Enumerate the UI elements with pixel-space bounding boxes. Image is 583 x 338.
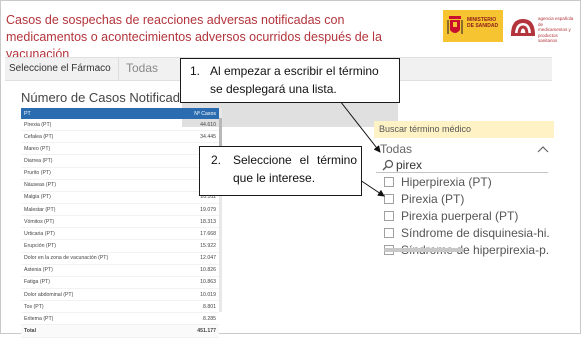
search-panel-title: Buscar término médico: [379, 124, 472, 134]
table-row[interactable]: Dolor en la zona de vacunación (PT) 12.04…: [21, 252, 219, 265]
row-term: Vómitos (PT): [21, 215, 173, 229]
row-count: 15.922: [172, 239, 219, 253]
row-term: Diarrea (PT): [21, 154, 173, 168]
row-term: Náuseas (PT): [21, 179, 173, 192]
row-count: 10.826: [172, 264, 219, 277]
table-row[interactable]: Dolor abdominal (PT) 10.019: [21, 288, 219, 302]
callout-2-number: 2.: [211, 153, 222, 167]
aemps-logo-text: agencia española de medicamentos y produ…: [538, 16, 574, 43]
option-label: Síndrome de disquinesia-hi...: [401, 226, 550, 240]
option-label: Hiperpirexia (PT): [401, 175, 492, 189]
callout-1-number: 1.: [190, 64, 201, 78]
row-term: Prurito (PT): [21, 167, 173, 180]
column-header-pt[interactable]: PT: [21, 108, 173, 119]
row-term: Pirexia (PT): [21, 119, 173, 132]
row-count: 19.079: [172, 203, 219, 217]
row-term: Tos (PT): [21, 300, 173, 314]
callout-2-text: Seleccione el término que le interese.: [233, 153, 357, 185]
row-count: 17.668: [172, 227, 219, 241]
search-option[interactable]: Hiperpirexia (PT): [384, 174, 550, 191]
option-checkbox[interactable]: [384, 211, 394, 221]
table-row[interactable]: Mareo (PT)23.063: [21, 142, 219, 156]
column-header-cases[interactable]: Nº Casos: [172, 108, 219, 119]
option-label: Pirexia puerperal (PT): [401, 209, 519, 223]
row-count: 44.610: [172, 119, 219, 132]
table-row[interactable]: Diarrea (PT)22.540: [21, 154, 219, 168]
coat-of-arms-icon: [447, 16, 463, 34]
search-results-list: Hiperpirexia (PT) Pirexia (PT) Pirexia pue…: [384, 174, 550, 258]
option-checkbox[interactable]: [384, 194, 394, 204]
table-row[interactable]: Cefalea (PT) 34.445: [21, 130, 219, 144]
ministry-logo-text: MINISTERIO DE SANIDAD: [467, 17, 499, 29]
cases-table: PT Nº Casos Pirexia (PT) 44.610 Cefalea (P…: [21, 108, 219, 338]
row-count: 8.801: [172, 300, 219, 314]
table-title: Número de Casos Notificados: [21, 90, 194, 105]
results-horizontal-scrollbar[interactable]: [384, 248, 464, 252]
header-logos: MINISTERIO DE SANIDAD agencia española d…: [443, 10, 576, 44]
row-term: Fatiga (PT): [21, 276, 173, 289]
table-row[interactable]: Urticaria (PT) 17.668: [21, 227, 219, 241]
callout-1-text: Al empezar a escribir el término se desp…: [210, 64, 379, 96]
row-term: Erupción (PT): [21, 239, 173, 253]
table-row[interactable]: Pirexia (PT) 44.610: [21, 119, 219, 132]
table-row[interactable]: Astenia (PT) 10.826: [21, 264, 219, 277]
drug-filter-dropdown[interactable]: Todas: [126, 61, 158, 75]
table-header-row: PT Nº Casos: [21, 108, 219, 119]
table-scrollbar[interactable]: [219, 108, 222, 312]
row-count: 12.047: [172, 252, 219, 265]
search-panel-header: Buscar término médico: [374, 121, 554, 138]
option-label: Pirexia (PT): [401, 192, 465, 206]
search-option[interactable]: Pirexia puerperal (PT): [384, 208, 550, 225]
row-count: 18.313: [172, 215, 219, 229]
drug-filter-label: Seleccione el Fármaco: [9, 63, 111, 74]
search-icon: [382, 159, 394, 171]
table-row[interactable]: Prurito (PT)22.003: [21, 167, 219, 180]
row-term: Mareo (PT): [21, 142, 173, 156]
callout-step-1: 1. Al empezar a escribir el término se d…: [180, 58, 400, 103]
row-count: 10.019: [172, 288, 219, 302]
row-term: Urticaria (PT): [21, 227, 173, 241]
table-row[interactable]: Malestar (PT) 19.079: [21, 203, 219, 217]
table-row[interactable]: Tos (PT) 8.801: [21, 300, 219, 314]
option-checkbox[interactable]: [384, 177, 394, 187]
search-option[interactable]: Pirexia (PT): [384, 191, 550, 208]
row-count: 34.445: [172, 130, 219, 144]
table-row[interactable]: Eritema (PT) 8.285: [21, 312, 219, 326]
row-term: Malestar (PT): [21, 203, 173, 217]
row-term: Astenia (PT): [21, 264, 173, 277]
total-value: 451.177: [172, 324, 219, 338]
filter-divider: [118, 58, 119, 80]
search-input[interactable]: pirex: [376, 158, 548, 173]
table-total-row: Total 451.177: [21, 324, 219, 338]
row-count: 10.863: [172, 276, 219, 289]
aemps-logo-icon: [511, 18, 535, 36]
row-term: Dolor en la zona de vacunación (PT): [21, 252, 173, 265]
row-term: Eritema (PT): [21, 312, 173, 326]
search-all-label[interactable]: Todas: [380, 142, 412, 156]
row-count: 8.285: [172, 312, 219, 326]
page-title: Casos de sospechas de reacciones adversa…: [6, 13, 382, 61]
row-term: Cefalea (PT): [21, 130, 173, 144]
search-option[interactable]: Síndrome de disquinesia-hi...: [384, 225, 550, 242]
table-row[interactable]: Náuseas (PT)21.450: [21, 179, 219, 192]
table-row[interactable]: Malgia (PT) 20.511: [21, 191, 219, 204]
table-row[interactable]: Fatiga (PT) 10.863: [21, 276, 219, 289]
total-label: Total: [21, 324, 173, 338]
table-row[interactable]: Vómitos (PT) 18.313: [21, 215, 219, 229]
table-row[interactable]: Erupción (PT) 15.922: [21, 239, 219, 253]
search-query-text: pirex: [396, 158, 423, 172]
callout-step-2: 2. Seleccione el término que le interese…: [199, 146, 362, 196]
chevron-up-icon[interactable]: [537, 145, 549, 153]
ministry-logo: MINISTERIO DE SANIDAD: [443, 10, 503, 42]
option-checkbox[interactable]: [384, 228, 394, 238]
row-term: Malgia (PT): [21, 191, 173, 204]
row-term: Dolor abdominal (PT): [21, 288, 173, 302]
